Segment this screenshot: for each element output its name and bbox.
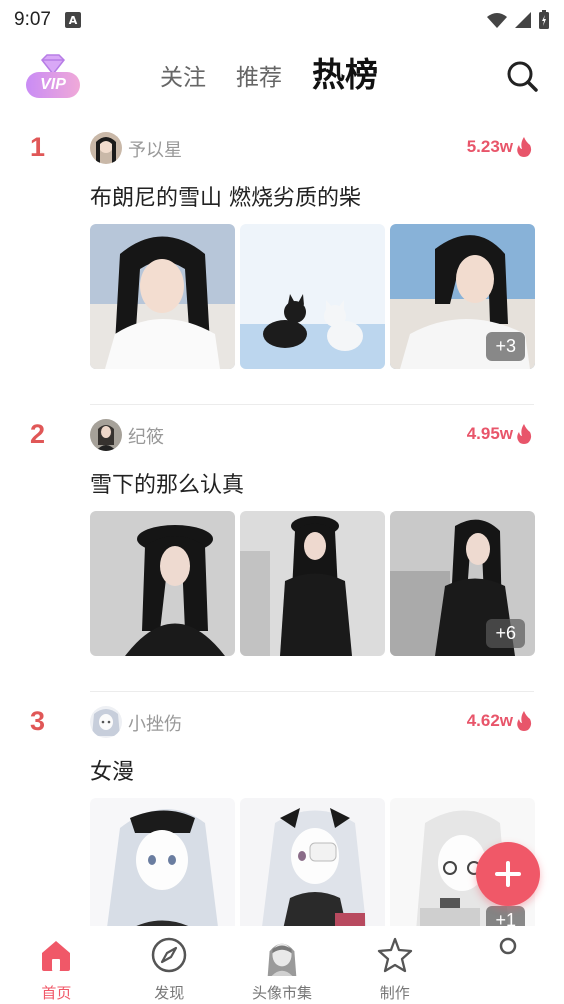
- compass-icon: [149, 934, 189, 976]
- post-title: 女漫: [90, 760, 135, 785]
- post-title: 雪下的那么认真: [90, 473, 245, 498]
- hot-score-value: 5.23w: [466, 137, 513, 156]
- post-username[interactable]: 小挫伤: [128, 710, 182, 736]
- search-icon[interactable]: [504, 58, 540, 94]
- avatar[interactable]: [90, 132, 122, 164]
- avatar[interactable]: [90, 419, 122, 451]
- wifi-icon: [487, 13, 507, 28]
- bottom-nav: 首页 发现 头像市集 制作: [0, 926, 564, 1004]
- post-image[interactable]: +3: [390, 224, 535, 369]
- nav-item-home[interactable]: 首页: [0, 926, 113, 1004]
- nav-item-profile[interactable]: [451, 926, 564, 1004]
- flame-icon: [517, 711, 532, 731]
- post-rank: 1: [30, 132, 46, 162]
- nav-item-avatar-market[interactable]: 头像市集: [226, 926, 339, 1004]
- plus-icon: [495, 861, 521, 887]
- tab-hot-list[interactable]: 热榜: [312, 52, 378, 98]
- hot-score-value: 4.62w: [466, 711, 513, 730]
- nav-label: 发现: [154, 984, 185, 1002]
- post-image[interactable]: [240, 798, 385, 943]
- feed-post[interactable]: 2 纪筱 4.95w 雪下的那么认真 +6: [0, 405, 564, 692]
- post-images: +3: [90, 224, 535, 369]
- nav-label: 头像市集: [251, 984, 312, 1002]
- post-image[interactable]: [90, 798, 235, 943]
- star-icon: [375, 934, 415, 976]
- post-image[interactable]: [240, 511, 385, 656]
- add-post-button[interactable]: [476, 842, 540, 906]
- hot-score: 4.62w: [467, 711, 532, 731]
- avatar[interactable]: [90, 706, 122, 738]
- flame-icon: [517, 137, 532, 157]
- post-images: +6: [90, 511, 535, 656]
- tab-following[interactable]: 关注: [160, 58, 206, 98]
- post-images: +1: [90, 798, 535, 943]
- vip-badge[interactable]: VIP: [26, 54, 80, 98]
- nav-item-create[interactable]: 制作: [338, 926, 451, 1004]
- vip-label: VIP: [26, 72, 80, 98]
- status-time: 9:07: [14, 9, 51, 30]
- avatar-market-icon: [262, 934, 302, 976]
- hot-score: 4.95w: [467, 424, 532, 444]
- hot-score: 5.23w: [467, 137, 532, 157]
- feed-post[interactable]: 1 予以星 5.23w 布朗尼的雪山 燃烧劣质的柴 +3: [0, 118, 564, 405]
- feed-tabs: 关注 推荐 热榜: [160, 50, 378, 98]
- post-image[interactable]: [90, 511, 235, 656]
- nav-item-discover[interactable]: 发现: [113, 926, 226, 1004]
- tab-recommend[interactable]: 推荐: [236, 58, 282, 98]
- profile-icon: [488, 934, 528, 976]
- top-nav: VIP 关注 推荐 热榜: [0, 44, 564, 108]
- post-image[interactable]: +6: [390, 511, 535, 656]
- nav-label: 首页: [41, 984, 72, 1002]
- post-username[interactable]: 予以星: [128, 136, 182, 162]
- post-image[interactable]: [240, 224, 385, 369]
- battery-icon: [539, 10, 549, 29]
- nav-label: 制作: [379, 984, 410, 1002]
- status-icons: [486, 10, 550, 30]
- signal-icon: [515, 12, 531, 28]
- more-images-badge: +3: [486, 332, 525, 361]
- post-username[interactable]: 纪筱: [128, 423, 164, 449]
- post-rank: 3: [30, 706, 46, 736]
- hot-feed: 1 予以星 5.23w 布朗尼的雪山 燃烧劣质的柴 +3 2 纪筱 4.95w …: [0, 118, 564, 979]
- app-screen: 9:07 A VIP 关注 推荐 热榜 1 予以星 5.23w 布朗尼的雪山 燃…: [0, 0, 564, 1004]
- post-image[interactable]: [90, 224, 235, 369]
- hot-score-value: 4.95w: [466, 424, 513, 443]
- notification-icon: A: [64, 12, 81, 28]
- status-bar: 9:07 A: [0, 0, 564, 40]
- home-icon: [36, 934, 76, 976]
- post-rank: 2: [30, 419, 46, 449]
- flame-icon: [517, 424, 532, 444]
- post-title: 布朗尼的雪山 燃烧劣质的柴: [90, 186, 361, 211]
- more-images-badge: +6: [486, 619, 525, 648]
